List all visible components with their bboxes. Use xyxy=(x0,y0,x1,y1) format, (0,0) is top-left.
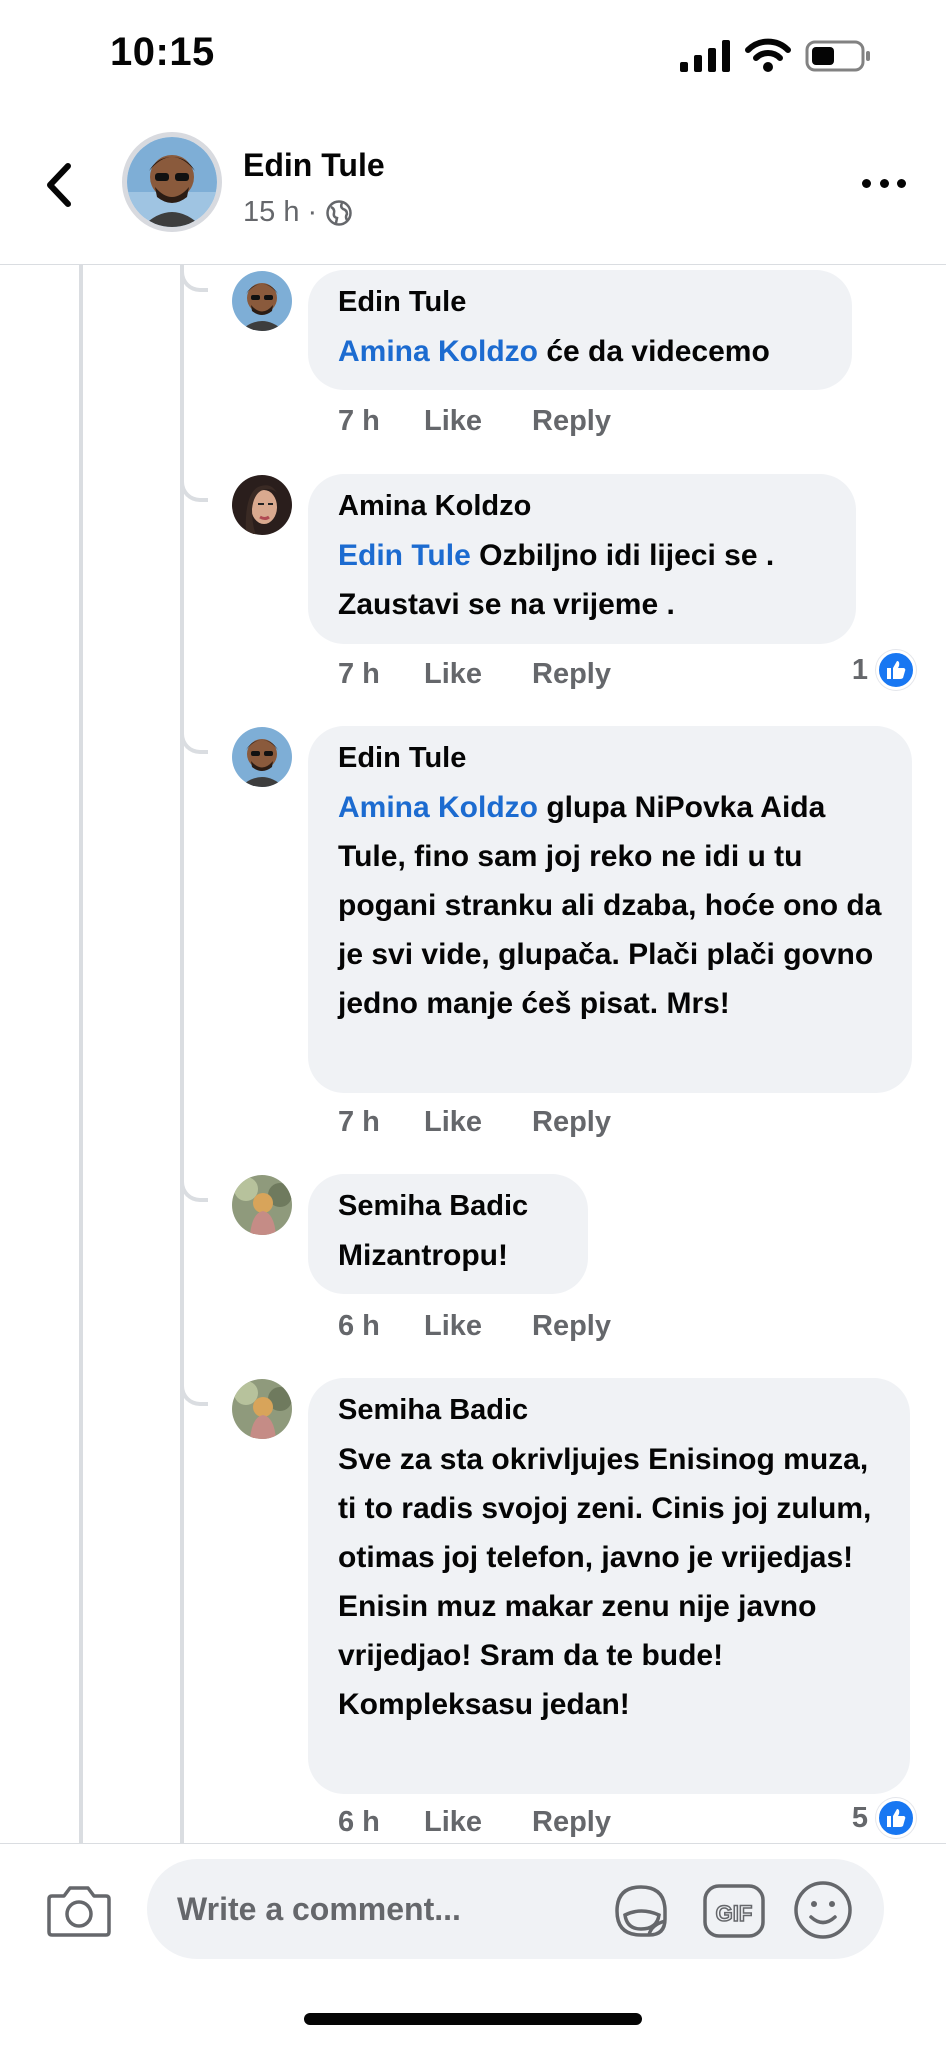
comment-text: Edin Tule Ozbiljno idi lijeci se . Zaust… xyxy=(338,531,838,629)
reply-button[interactable]: Reply xyxy=(532,1106,611,1139)
commenter-avatar[interactable] xyxy=(232,1175,292,1235)
commenter-avatar[interactable] xyxy=(232,727,292,787)
comment-bubble[interactable]: Semiha Badic Mizantropu! xyxy=(308,1174,588,1294)
mention-link[interactable]: Amina Koldzo xyxy=(338,335,538,368)
avatar-photo xyxy=(232,727,292,787)
comment-time: 6 h xyxy=(338,1806,380,1838)
comment-body: glupa NiPovka Aida Tule, fino sam joj re… xyxy=(338,791,882,1020)
commenter-avatar[interactable] xyxy=(232,1379,292,1439)
reaction-count: 1 xyxy=(851,653,868,686)
author-avatar[interactable] xyxy=(122,132,222,232)
thread-connector xyxy=(180,1178,208,1202)
like-button[interactable]: Like xyxy=(424,1106,532,1139)
post-meta: 15 h · xyxy=(243,196,353,229)
comment-actions: 7 h Like Reply xyxy=(338,658,611,691)
like-button[interactable]: Like xyxy=(424,658,532,691)
dot xyxy=(862,178,871,188)
comment-text: Amina Koldzo će da videcemo xyxy=(338,327,822,376)
dot xyxy=(879,178,889,188)
back-arrow-icon[interactable] xyxy=(40,160,80,210)
avatar-photo xyxy=(232,1175,292,1235)
comment-body: Mizantropu! xyxy=(338,1239,508,1272)
comment-time: 7 h xyxy=(338,1106,380,1138)
comment-bubble[interactable]: Edin Tule Amina Koldzo će da videcemo xyxy=(308,270,852,390)
battery-icon xyxy=(805,40,870,72)
status-bar: 10:15 xyxy=(0,0,946,110)
thread-line xyxy=(79,265,83,1843)
reaction-summary[interactable]: 1 xyxy=(852,650,916,690)
comment-author[interactable]: Edin Tule xyxy=(338,742,882,775)
reply-button[interactable]: Reply xyxy=(532,1806,611,1839)
comment-body: će da videcemo xyxy=(538,335,770,368)
thread-connector xyxy=(180,268,208,292)
more-options-button[interactable] xyxy=(862,168,906,198)
mention-link[interactable]: Amina Koldzo xyxy=(338,791,538,824)
reaction-count: 5 xyxy=(851,1801,868,1834)
comment-time: 6 h xyxy=(338,1310,380,1342)
camera-icon[interactable] xyxy=(46,1882,112,1938)
like-button[interactable]: Like xyxy=(424,1310,532,1343)
avatar-photo xyxy=(232,475,292,535)
like-button[interactable]: Like xyxy=(424,405,532,438)
comment-time: 7 h xyxy=(338,405,380,437)
status-time: 10:15 xyxy=(110,30,215,74)
globe-icon xyxy=(326,199,352,226)
gif-button[interactable]: GIF xyxy=(702,1883,766,1939)
author-name[interactable]: Edin Tule xyxy=(243,147,385,184)
comment-bubble[interactable]: Amina Koldzo Edin Tule Ozbiljno idi lije… xyxy=(308,474,856,644)
comment-actions: 7 h Like Reply xyxy=(338,1106,611,1139)
comment-body: Sve za sta okrivljujes Enisinog muza, ti… xyxy=(338,1443,872,1721)
comment-actions: 6 h Like Reply xyxy=(338,1310,611,1343)
home-indicator[interactable] xyxy=(304,2013,642,2025)
comment-text: Amina Koldzo glupa NiPovka Aida Tule, fi… xyxy=(338,783,888,1028)
thread-connector xyxy=(180,730,208,754)
reply-button[interactable]: Reply xyxy=(532,405,611,438)
comment-author[interactable]: Edin Tule xyxy=(338,286,822,319)
commenter-avatar[interactable] xyxy=(232,475,292,535)
thumbs-up-icon xyxy=(876,650,916,690)
post-header: Edin Tule 15 h · xyxy=(0,120,946,265)
comment-actions: 6 h Like Reply xyxy=(338,1806,611,1839)
comment-input[interactable] xyxy=(177,1884,597,1934)
avatar-photo xyxy=(232,271,292,331)
comment-actions: 7 h Like Reply xyxy=(338,405,611,438)
gif-icon: GIF xyxy=(703,1884,765,1938)
avatar-photo xyxy=(232,1379,292,1439)
cellular-signal-icon xyxy=(680,40,730,72)
comment-time: 7 h xyxy=(338,658,380,690)
reply-button[interactable]: Reply xyxy=(532,658,611,691)
like-button[interactable]: Like xyxy=(424,1806,532,1839)
avatar-photo xyxy=(127,137,217,227)
comment-text: Mizantropu! xyxy=(338,1231,558,1280)
gif-label: GIF xyxy=(716,1901,753,1926)
dot xyxy=(897,178,906,188)
comment-text: Sve za sta okrivljujes Enisinog muza, ti… xyxy=(338,1435,883,1729)
thread-connector xyxy=(180,478,208,502)
reply-thread-line xyxy=(180,265,184,1843)
comment-author[interactable]: Semiha Badic xyxy=(338,1190,558,1223)
post-time: 15 h xyxy=(243,196,300,228)
wifi-icon xyxy=(745,38,791,72)
commenter-avatar[interactable] xyxy=(232,271,292,331)
comment-author[interactable]: Amina Koldzo xyxy=(338,490,826,523)
thread-connector xyxy=(180,1382,208,1406)
comment-bubble[interactable]: Semiha Badic Sve za sta okrivljujes Enis… xyxy=(308,1378,910,1794)
sticker-icon[interactable] xyxy=(609,1879,673,1943)
meta-separator: · xyxy=(307,196,318,228)
comment-bubble[interactable]: Edin Tule Amina Koldzo glupa NiPovka Aid… xyxy=(308,726,912,1093)
reply-button[interactable]: Reply xyxy=(532,1310,611,1343)
comment-author[interactable]: Semiha Badic xyxy=(338,1394,880,1427)
mention-link[interactable]: Edin Tule xyxy=(338,539,471,572)
reaction-summary[interactable]: 5 xyxy=(852,1798,916,1838)
comment-input-container[interactable]: GIF xyxy=(147,1859,884,1959)
emoji-icon[interactable] xyxy=(792,1879,854,1941)
thumbs-up-icon xyxy=(876,1798,916,1838)
